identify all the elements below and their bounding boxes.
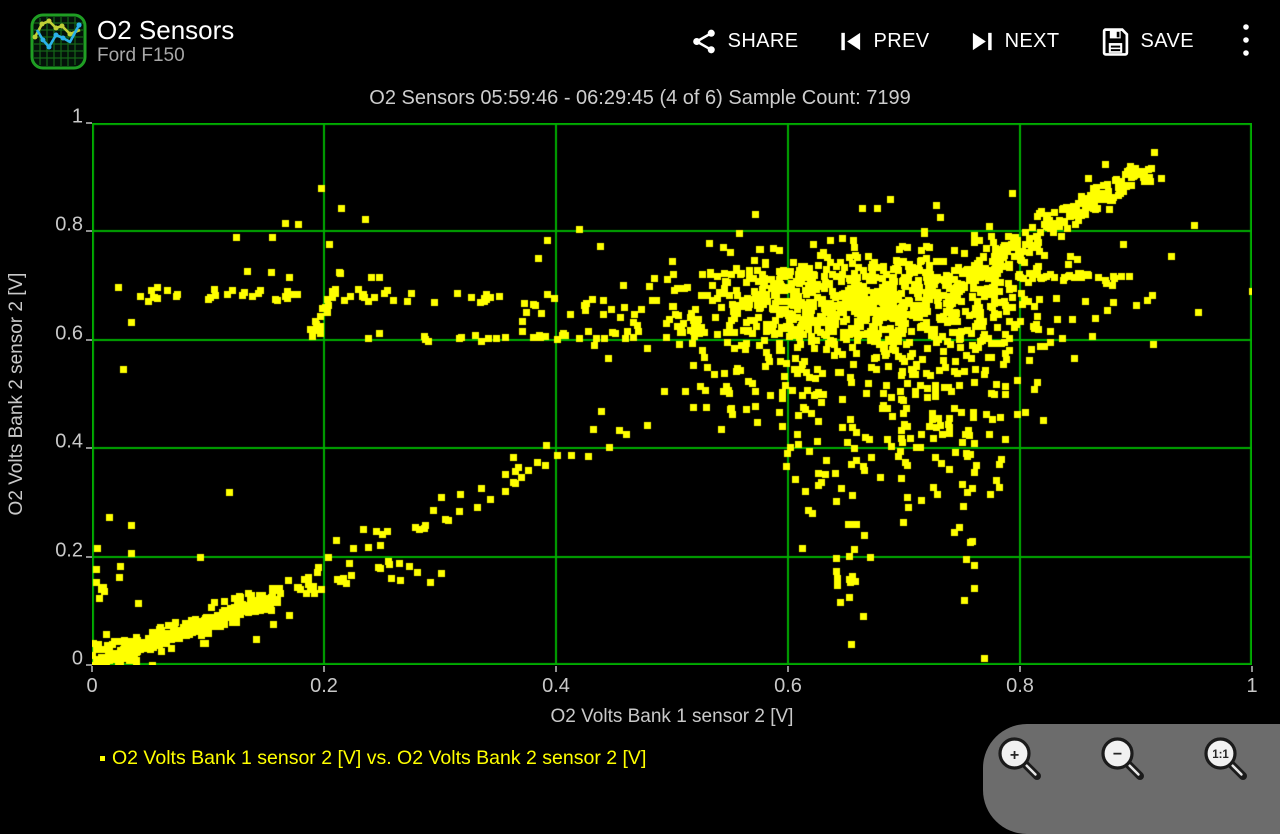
- app-logo-icon[interactable]: [30, 13, 87, 70]
- y-tick-mark: [86, 447, 92, 449]
- legend-label: O2 Volts Bank 1 sensor 2 [V] vs. O2 Volt…: [112, 747, 646, 770]
- magnifier-plus-icon: +: [995, 734, 1043, 782]
- scatter-plot-canvas[interactable]: [92, 123, 1252, 665]
- y-tick-mark: [86, 664, 92, 666]
- zoom-in-glyph: +: [1010, 747, 1019, 764]
- title-block: O2 Sensors Ford F150: [97, 15, 234, 67]
- y-tick-label: 1: [0, 106, 83, 129]
- x-tick-mark: [1019, 666, 1021, 672]
- x-tick-label: 0.4: [542, 675, 570, 698]
- y-tick-label: 0.2: [0, 539, 83, 562]
- y-tick-mark: [86, 556, 92, 558]
- toolbar-actions: SHARE PREV NEXT: [691, 20, 1258, 63]
- more-vert-icon: [1242, 46, 1250, 61]
- skip-next-icon: [970, 29, 995, 54]
- zoom-out-button[interactable]: −: [1098, 734, 1146, 782]
- zoom-controls: + − 1:1: [983, 724, 1280, 834]
- page-title: O2 Sensors: [97, 15, 234, 45]
- skip-previous-icon: [838, 29, 863, 54]
- zoom-reset-glyph: 1:1: [1212, 749, 1229, 761]
- zoom-reset-button[interactable]: 1:1: [1201, 734, 1249, 782]
- y-tick-mark: [86, 230, 92, 232]
- x-tick-label: 1: [1246, 675, 1257, 698]
- save-button[interactable]: SAVE: [1100, 26, 1194, 57]
- x-tick-mark: [323, 666, 325, 672]
- share-icon: [691, 28, 718, 55]
- next-button[interactable]: NEXT: [970, 29, 1060, 54]
- series-legend: O2 Volts Bank 1 sensor 2 [V] vs. O2 Volt…: [100, 747, 646, 770]
- magnifier-1to1-icon: 1:1: [1201, 734, 1249, 782]
- prev-button[interactable]: PREV: [838, 29, 929, 54]
- x-tick-mark: [91, 666, 93, 672]
- share-button[interactable]: SHARE: [691, 28, 799, 55]
- floppy-save-icon: [1100, 26, 1131, 57]
- chart-title: O2 Sensors 05:59:46 - 06:29:45 (4 of 6) …: [0, 87, 1280, 110]
- y-tick-label: 0.4: [0, 431, 83, 454]
- y-tick-label: 0.6: [0, 322, 83, 345]
- x-tick-mark: [555, 666, 557, 672]
- magnifier-minus-icon: −: [1098, 734, 1146, 782]
- action-bar: O2 Sensors Ford F150 SHARE PREV: [0, 0, 1280, 82]
- x-tick-mark: [1251, 666, 1253, 672]
- x-tick-label: 0: [86, 675, 97, 698]
- vehicle-subtitle: Ford F150: [97, 45, 234, 67]
- next-label: NEXT: [1005, 30, 1060, 53]
- x-tick-label: 0.8: [1006, 675, 1034, 698]
- overflow-menu-button[interactable]: [1234, 20, 1258, 63]
- y-tick-label: 0.8: [0, 214, 83, 237]
- zoom-out-glyph: −: [1113, 746, 1122, 763]
- share-label: SHARE: [728, 30, 799, 53]
- x-tick-mark: [787, 666, 789, 672]
- legend-marker-dot: [100, 756, 105, 761]
- y-tick-mark: [86, 339, 92, 341]
- y-tick-mark: [86, 122, 92, 124]
- x-tick-label: 0.6: [774, 675, 802, 698]
- zoom-in-button[interactable]: +: [995, 734, 1043, 782]
- save-label: SAVE: [1141, 30, 1194, 53]
- y-tick-label: 0: [0, 648, 83, 671]
- x-tick-label: 0.2: [310, 675, 338, 698]
- y-axis-label: O2 Volts Bank 2 sensor 2 [V]: [6, 273, 28, 516]
- prev-label: PREV: [873, 30, 929, 53]
